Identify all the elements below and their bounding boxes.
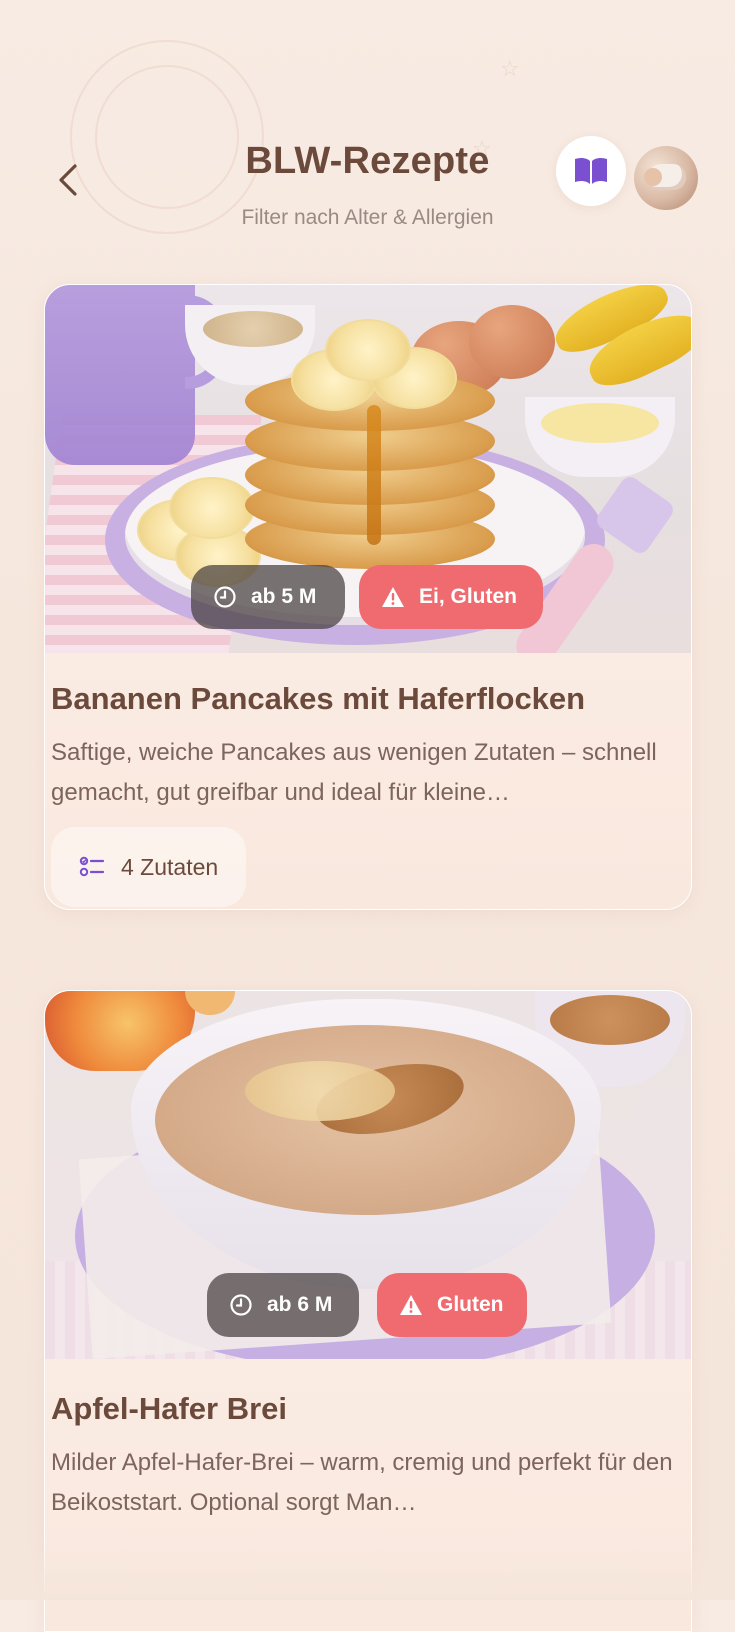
recipe-description: Milder Apfel-Hafer-Brei – warm, cremig u… <box>51 1449 673 1516</box>
checklist-icon <box>79 856 105 877</box>
age-badge: ab 6 M <box>207 1273 359 1337</box>
warning-icon <box>382 587 404 607</box>
recipe-title: Apfel-Hafer Brei <box>51 1391 287 1426</box>
ingredients-count-label: 4 Zutaten <box>121 853 219 880</box>
allergen-badge: Gluten <box>377 1273 527 1337</box>
recipe-card[interactable]: ab 5 M Ei, Gluten Bananen Pancakes mit H… <box>44 284 692 910</box>
allergen-label: Ei, Gluten <box>419 585 518 608</box>
bottom-fade <box>0 1540 735 1600</box>
recipe-image: ab 6 M Gluten <box>45 991 691 1359</box>
recipe-title: Bananen Pancakes mit Haferflocken <box>51 681 586 716</box>
age-label: ab 5 M <box>251 585 317 608</box>
recipe-description: Saftige, weiche Pancakes aus wenigen Zut… <box>51 739 657 806</box>
warning-icon <box>400 1295 422 1315</box>
age-label: ab 6 M <box>267 1293 333 1316</box>
clock-icon <box>214 586 236 608</box>
allergen-label: Gluten <box>437 1293 504 1316</box>
background-ring-decoration <box>95 65 239 209</box>
recipe-card[interactable]: ab 6 M Gluten Apfel-Hafer Brei Milder Ap… <box>44 990 692 1632</box>
clock-icon <box>230 1294 252 1316</box>
recipe-image: ab 5 M Ei, Gluten <box>45 285 691 653</box>
recipe-book-button[interactable] <box>556 136 626 206</box>
allergen-badge: Ei, Gluten <box>359 565 543 629</box>
star-decoration-icon: ☆ <box>500 56 520 81</box>
ingredients-count-button[interactable]: 4 Zutaten <box>51 827 247 907</box>
profile-avatar[interactable] <box>634 146 698 210</box>
avatar-photo-head <box>644 168 662 186</box>
page-subtitle: Filter nach Alter & Allergien <box>241 206 494 229</box>
age-badge: ab 5 M <box>191 565 345 629</box>
book-open-icon <box>575 157 607 184</box>
background-ring-decoration <box>70 40 264 234</box>
